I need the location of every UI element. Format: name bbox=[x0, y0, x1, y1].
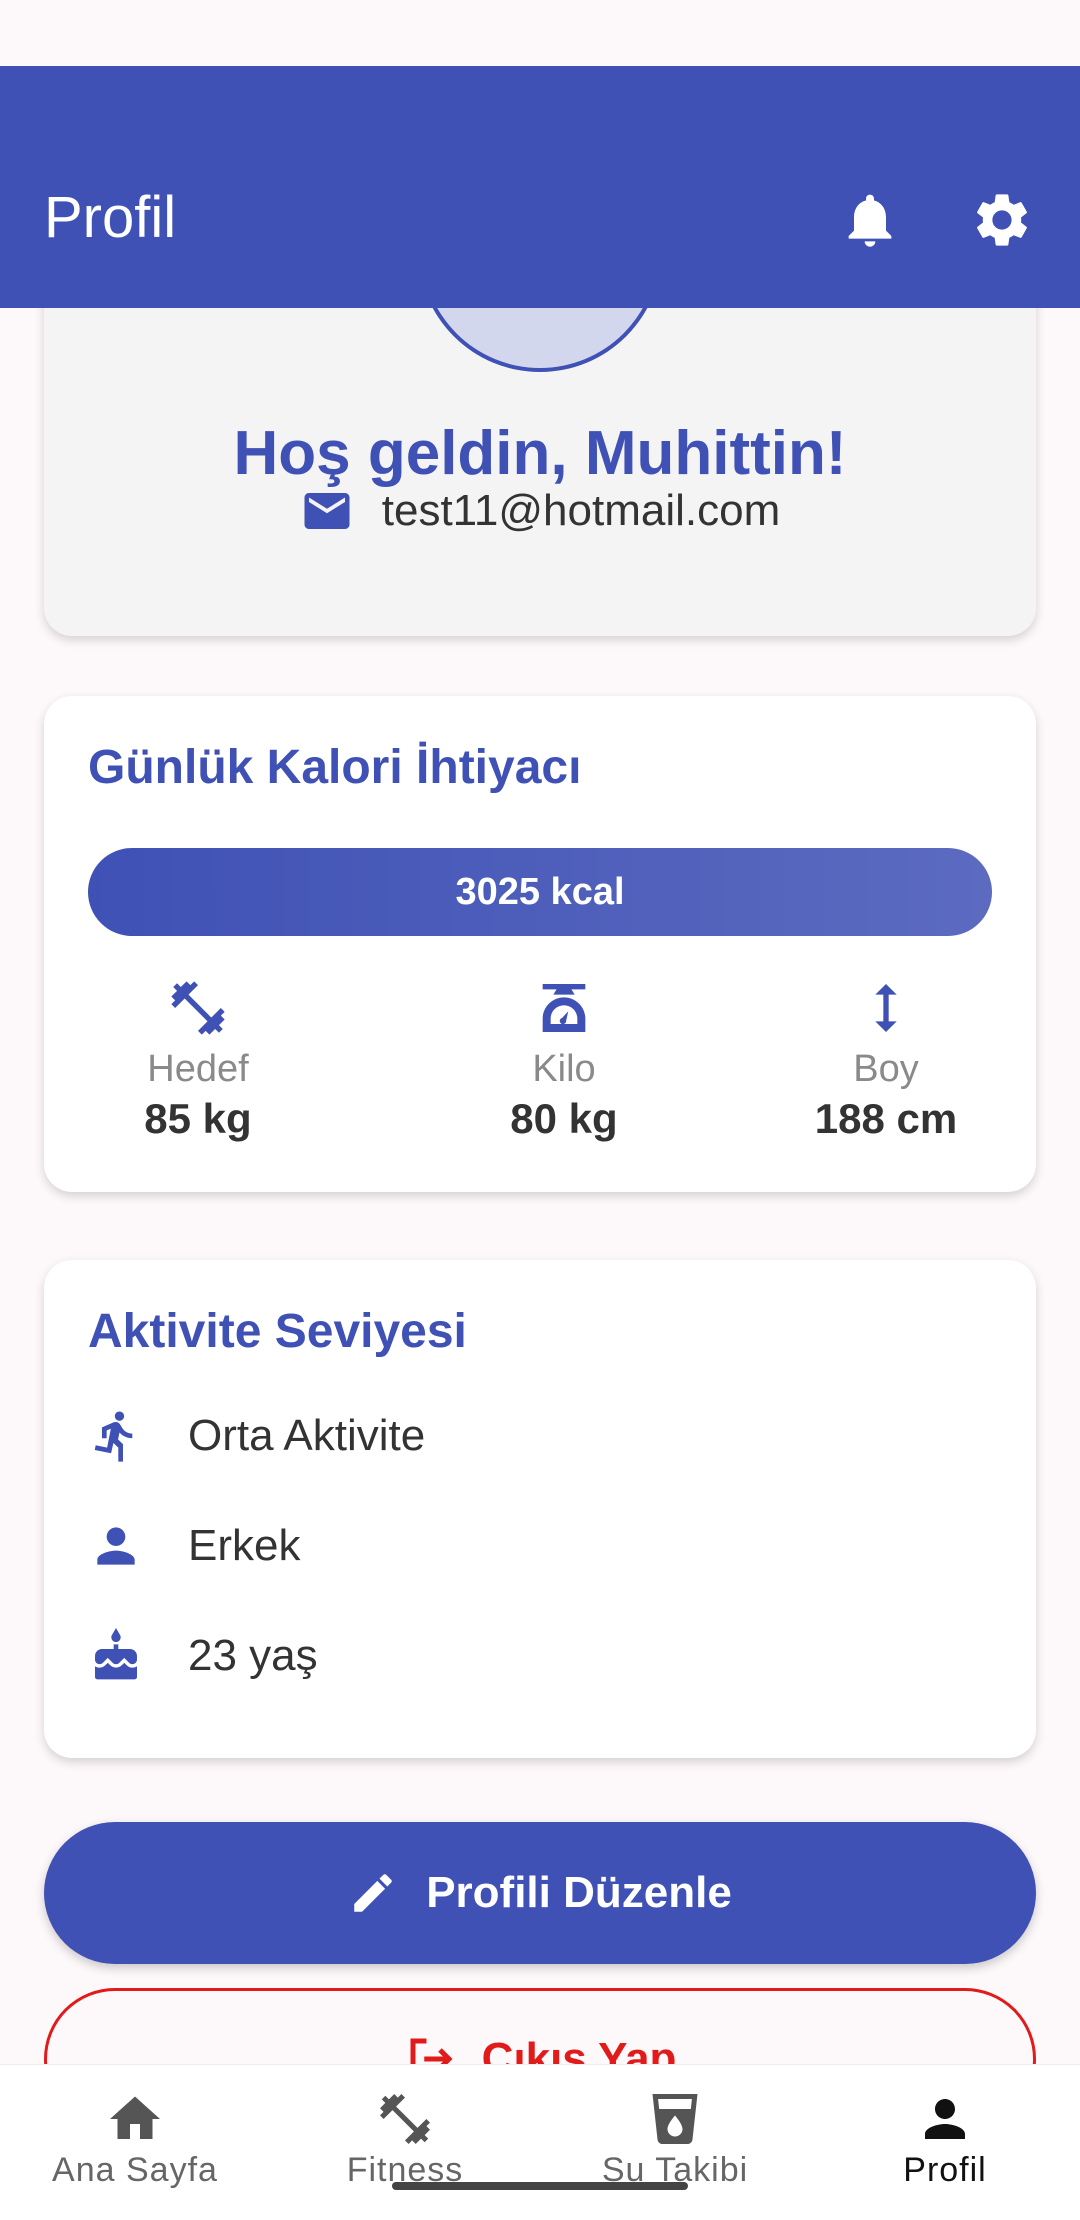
home-icon bbox=[110, 2096, 160, 2139]
activity-row: Orta Aktivite bbox=[88, 1408, 425, 1464]
cake-icon bbox=[95, 1628, 137, 1680]
stat-value: 188 cm bbox=[814, 1095, 958, 1142]
logout-label: Çıkış Yap bbox=[481, 2034, 677, 2064]
nav-item-profile[interactable]: Profil bbox=[810, 2089, 1080, 2190]
avatar bbox=[418, 308, 662, 372]
scroll-content[interactable]: Hoş geldin, Muhittin! test11@hotmail.com… bbox=[0, 308, 1080, 2064]
scale-icon bbox=[542, 984, 586, 1032]
stat-weight: Kilo 80 kg bbox=[464, 976, 664, 1143]
stat-height: Boy 188 cm bbox=[786, 976, 986, 1143]
fitness-icon bbox=[380, 2094, 430, 2144]
nav-item-home[interactable]: Ana Sayfa bbox=[0, 2089, 270, 2190]
gender-text: Erkek bbox=[188, 1521, 301, 1570]
welcome-text: Hoş geldin, Muhittin! bbox=[233, 419, 847, 488]
age-text: 23 yaş bbox=[188, 1631, 318, 1680]
gear-icon[interactable] bbox=[970, 188, 1034, 252]
nav-label: Ana Sayfa bbox=[52, 2151, 218, 2189]
person-icon bbox=[97, 1527, 135, 1565]
calorie-card: Günlük Kalori İhtiyacı 3025 kcal Hedef 8… bbox=[44, 696, 1036, 1192]
person-icon bbox=[925, 2099, 965, 2139]
water-cup-icon bbox=[652, 2094, 698, 2144]
stat-value: 80 kg bbox=[510, 1095, 618, 1142]
age-row: 23 yaş bbox=[88, 1628, 318, 1684]
activity-card-title: Aktivite Seviyesi bbox=[88, 1305, 467, 1358]
nav-label: Profil bbox=[903, 2151, 987, 2189]
bell-icon[interactable] bbox=[838, 188, 902, 252]
nav-item-water[interactable]: Su Takibi bbox=[540, 2089, 810, 2190]
pencil-icon bbox=[354, 1874, 392, 1912]
stat-value: 85 kg bbox=[144, 1095, 252, 1142]
activity-level-text: Orta Aktivite bbox=[188, 1411, 426, 1460]
email-row: test11@hotmail.com bbox=[44, 484, 1036, 538]
calorie-bar: 3025 kcal bbox=[88, 848, 992, 936]
email-text: test11@hotmail.com bbox=[381, 486, 781, 535]
edit-profile-label: Profili Düzenle bbox=[426, 1868, 732, 1917]
logout-icon bbox=[410, 2038, 453, 2064]
stat-target: Hedef 85 kg bbox=[98, 976, 298, 1143]
calorie-card-title: Günlük Kalori İhtiyacı bbox=[88, 741, 582, 794]
page-title: Profil bbox=[44, 185, 177, 250]
edit-profile-button[interactable]: Profili Düzenle bbox=[44, 1822, 1036, 1964]
nav-item-fitness[interactable]: Fitness bbox=[270, 2089, 540, 2190]
gender-row: Erkek bbox=[88, 1518, 300, 1574]
activity-card: Aktivite Seviyesi Orta Aktivite Erkek 23… bbox=[44, 1260, 1036, 1758]
mail-icon bbox=[304, 493, 350, 529]
run-icon bbox=[94, 1411, 133, 1462]
stat-label: Boy bbox=[853, 1048, 919, 1090]
stat-label: Kilo bbox=[532, 1048, 596, 1090]
home-indicator[interactable] bbox=[392, 2182, 688, 2190]
height-icon bbox=[875, 984, 897, 1032]
status-bar bbox=[0, 0, 1080, 66]
logout-button[interactable]: Çıkış Yap bbox=[44, 1988, 1036, 2064]
stat-label: Hedef bbox=[147, 1048, 249, 1090]
profile-card: Hoş geldin, Muhittin! test11@hotmail.com bbox=[44, 308, 1036, 636]
fitness-icon bbox=[171, 981, 225, 1035]
bottom-nav: Ana Sayfa Fitness Su Takibi Profil bbox=[0, 2064, 1080, 2220]
